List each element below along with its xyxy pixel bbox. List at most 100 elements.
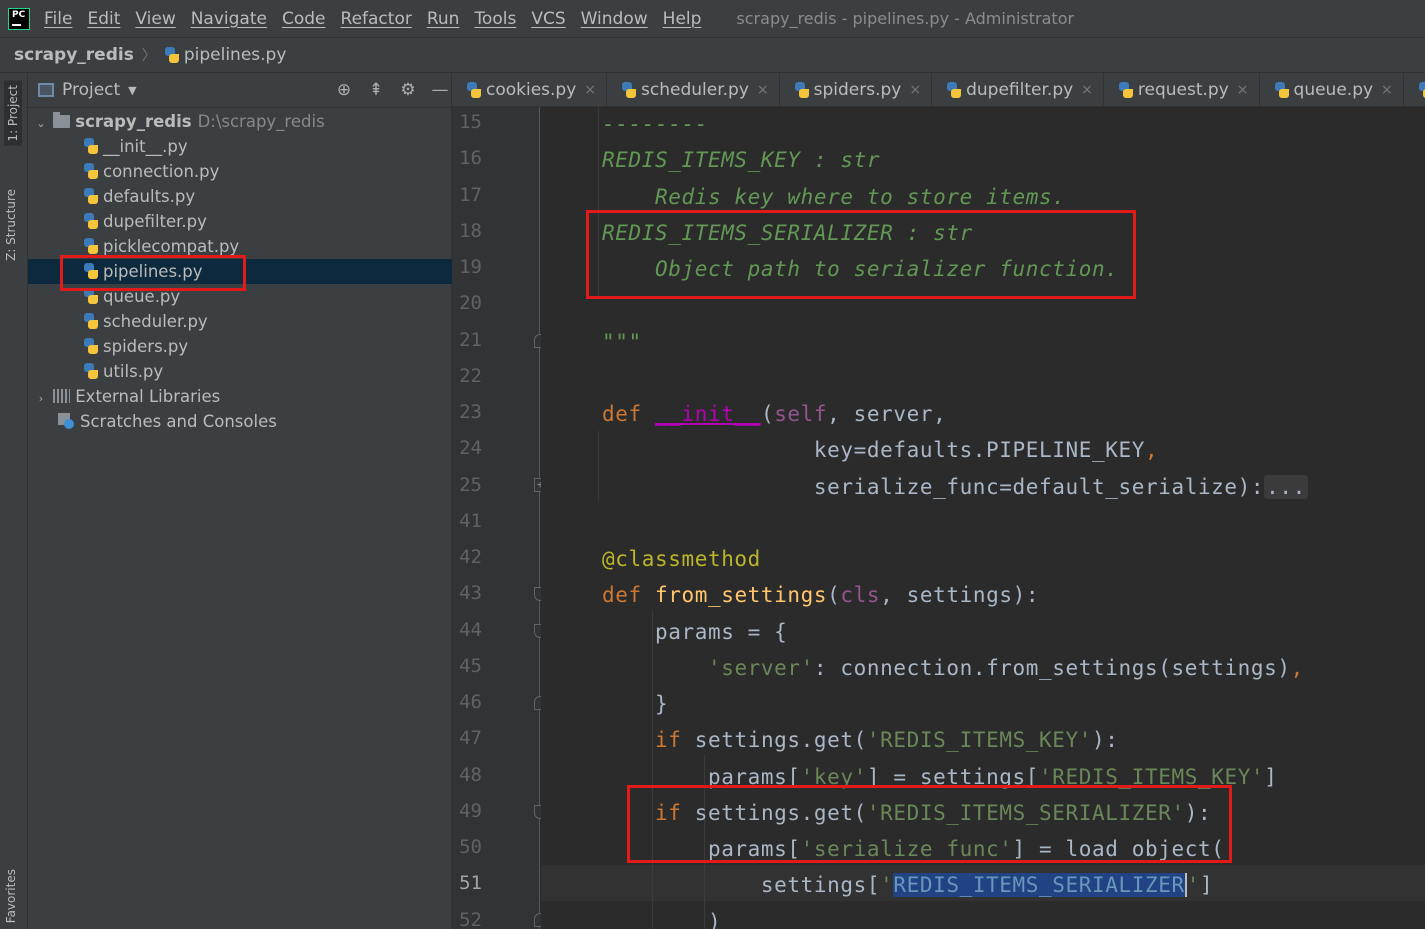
tree-root-folder[interactable]: ⌄ scrapy_redis D:\scrapy_redis — [28, 109, 452, 134]
tree-root-name: scrapy_redis — [75, 112, 192, 131]
editor-tab-scheduler[interactable]: scheduler.py × — [607, 73, 780, 106]
chevron-right-icon[interactable]: › — [34, 386, 48, 411]
tool-tab-structure[interactable]: Z: Structure — [4, 189, 18, 261]
editor-tab-label: dupefilter.py — [966, 79, 1074, 100]
menu-view[interactable]: View — [135, 9, 175, 29]
menu-file[interactable]: File — [44, 9, 72, 29]
tree-file-spiders[interactable]: spiders.py — [28, 334, 452, 359]
close-icon[interactable]: × — [1081, 82, 1093, 98]
selected-text[interactable]: REDIS_ITEMS_SERIALIZER — [893, 873, 1185, 897]
python-file-icon — [83, 288, 99, 304]
indent-guide — [598, 431, 599, 501]
locate-file-icon[interactable]: ⊕ — [333, 80, 355, 100]
python-file-icon — [1274, 81, 1290, 98]
close-icon[interactable]: × — [1381, 82, 1393, 98]
editor-tab-request[interactable]: request.py × — [1104, 73, 1260, 106]
python-file-icon — [83, 188, 99, 204]
python-file-icon — [83, 163, 99, 179]
menu-edit[interactable]: Edit — [87, 9, 120, 29]
close-icon[interactable]: × — [757, 82, 769, 98]
menu-help[interactable]: Help — [663, 9, 702, 29]
code-line-17: Redis key where to store items. — [602, 185, 1066, 209]
tree-file-queue[interactable]: queue.py — [28, 284, 452, 309]
editor-tab-label: spiders.py — [813, 79, 902, 100]
tree-file-defaults[interactable]: defaults.py — [28, 184, 452, 209]
editor-tab-dupefilter[interactable]: dupefilter.py × — [932, 73, 1104, 106]
tree-file-utils[interactable]: utils.py — [28, 359, 452, 384]
editor-tab-picklecompat[interactable]: picklecom — [1404, 73, 1425, 106]
code-line-52: ) — [602, 910, 722, 929]
tree-file-label: dupefilter.py — [103, 212, 207, 231]
python-file-icon — [83, 338, 99, 354]
left-tool-strip: 1: Project Z: Structure Favorites — [0, 73, 28, 929]
tree-file-picklecompat[interactable]: picklecompat.py — [28, 234, 452, 259]
chevron-down-icon[interactable]: ▼ — [128, 84, 136, 97]
code-line-49: if settings.get('REDIS_ITEMS_SERIALIZER'… — [654, 801, 1212, 825]
editor-tab-queue[interactable]: queue.py × — [1260, 73, 1404, 106]
collapse-all-icon[interactable]: ⇞ — [365, 80, 387, 100]
editor-tab-label: cookies.py — [486, 79, 577, 100]
close-icon[interactable]: × — [584, 82, 596, 98]
tree-external-libraries[interactable]: › External Libraries — [28, 384, 452, 409]
breadcrumb-file[interactable]: pipelines.py — [184, 45, 287, 65]
scratches-icon — [58, 413, 75, 429]
code-line-51: settings['REDIS_ITEMS_SERIALIZER'] — [602, 873, 1214, 897]
library-icon — [53, 389, 71, 403]
breadcrumb-project[interactable]: scrapy_redis — [14, 45, 134, 65]
menu-navigate[interactable]: Navigate — [191, 9, 267, 29]
tree-file-scheduler[interactable]: scheduler.py — [28, 309, 452, 334]
line-number: 17 — [459, 184, 482, 206]
line-number: 15 — [459, 111, 482, 133]
tree-file-pipelines[interactable]: pipelines.py — [28, 259, 452, 284]
minimize-icon[interactable]: — — [429, 80, 451, 100]
menu-refactor[interactable]: Refactor — [341, 9, 412, 29]
tree-file-label: utils.py — [103, 362, 164, 381]
menu-code[interactable]: Code — [282, 9, 326, 29]
chevron-down-icon[interactable]: ⌄ — [34, 111, 48, 136]
close-icon[interactable]: × — [909, 82, 921, 98]
menu-tools[interactable]: Tools — [474, 9, 516, 29]
tree-file-connection[interactable]: connection.py — [28, 159, 452, 184]
folded-code-placeholder[interactable]: ... — [1264, 475, 1308, 499]
tree-file-init[interactable]: __init__.py — [28, 134, 452, 159]
editor-tab-label: queue.py — [1293, 79, 1374, 100]
python-file-icon — [946, 81, 962, 98]
line-number: 18 — [459, 220, 482, 242]
tool-tab-project[interactable]: 1: Project — [4, 81, 22, 146]
indent-guide — [598, 107, 599, 297]
line-number-current: 51 — [459, 872, 482, 894]
project-panel-header: Project ▼ ⊕ ⇞ ⚙ — — [28, 73, 451, 108]
line-number: 50 — [459, 836, 482, 858]
folder-icon — [53, 112, 71, 128]
menu-vcs[interactable]: VCS — [531, 9, 565, 29]
tree-scratches[interactable]: Scratches and Consoles — [28, 409, 452, 434]
tree-file-label: picklecompat.py — [103, 237, 240, 256]
python-file-icon — [83, 238, 99, 254]
menu-window[interactable]: Window — [581, 9, 648, 29]
code-line-15: -------- — [602, 112, 708, 136]
line-number: 49 — [459, 800, 482, 822]
gear-icon[interactable]: ⚙ — [397, 80, 419, 100]
python-file-icon — [83, 213, 99, 229]
close-icon[interactable]: × — [1237, 82, 1249, 98]
python-file-icon — [83, 313, 99, 329]
menu-run[interactable]: Run — [427, 9, 460, 29]
tree-scratches-label: Scratches and Consoles — [80, 412, 277, 431]
tree-root-path: D:\scrapy_redis — [197, 112, 325, 131]
line-number: 45 — [459, 655, 482, 677]
tree-file-dupefilter[interactable]: dupefilter.py — [28, 209, 452, 234]
editor-tab-spiders[interactable]: spiders.py × — [780, 73, 933, 106]
tool-tab-favorites[interactable]: Favorites — [4, 869, 18, 923]
python-file-icon — [621, 81, 637, 98]
tree-external-libraries-label: External Libraries — [75, 387, 221, 406]
project-panel-title[interactable]: Project — [62, 80, 120, 100]
code-line-16: REDIS_ITEMS_KEY : str — [602, 148, 881, 172]
line-number: 22 — [459, 365, 482, 387]
python-file-icon — [83, 263, 99, 279]
line-number: 47 — [459, 727, 482, 749]
line-number: 46 — [459, 691, 482, 713]
python-file-icon — [83, 363, 99, 379]
code-editor[interactable]: -------- REDIS_ITEMS_KEY : str Redis key… — [541, 107, 1425, 929]
editor-tab-cookies[interactable]: cookies.py × — [452, 73, 608, 106]
editor-tab-label: request.py — [1137, 79, 1229, 100]
